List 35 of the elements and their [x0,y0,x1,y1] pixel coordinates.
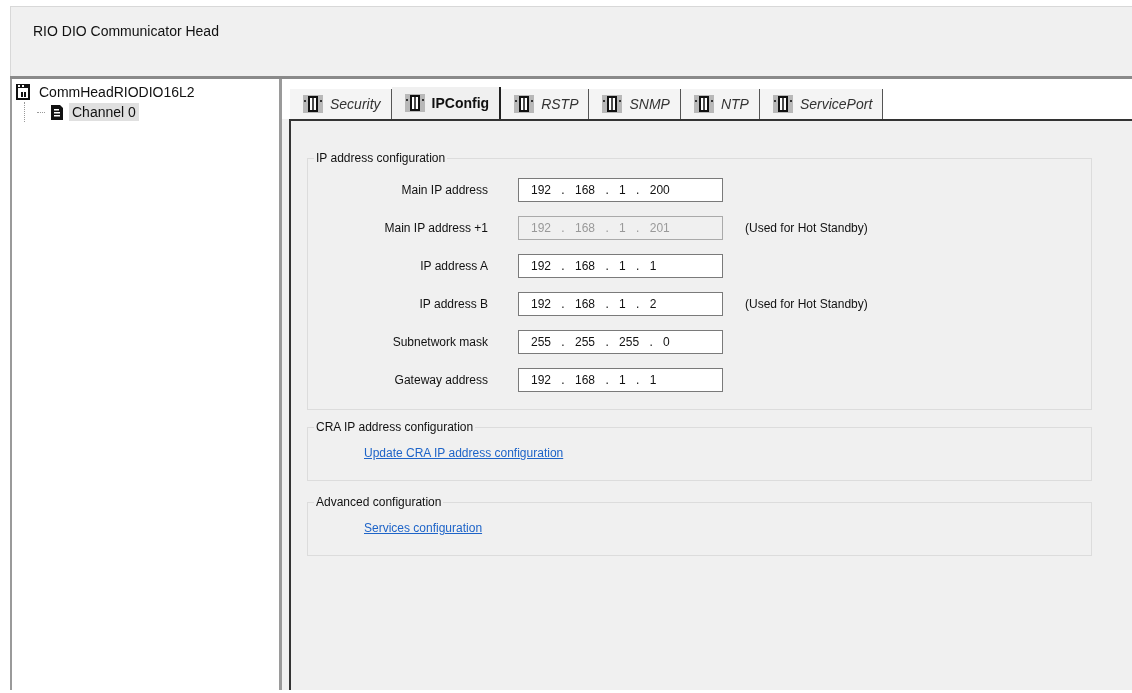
window-title: RIO DIO Communicator Head [33,23,219,39]
module-icon [302,94,324,114]
field-label: Main IP address +1 [383,221,489,235]
ip-address-field[interactable]: 192 . 168 . 1 . 1 [518,254,723,278]
module-icon [513,94,536,114]
module-icon [403,93,426,113]
field-label: Gateway address [393,373,489,387]
group-title: Advanced configuration [315,495,443,509]
tab[interactable]: SNMP [589,89,681,119]
module-icon [692,94,715,114]
module-icon [771,94,794,114]
field-label: IP address A [419,259,489,273]
tree-item[interactable]: CommHeadRIODIO16L2 [36,83,198,101]
ip-address-field[interactable]: 192 . 168 . 1 . 2 [518,292,723,316]
tab[interactable]: NTP [680,89,760,119]
note-text: (Used for Hot Standby) [744,221,869,235]
tab[interactable]: Security [290,89,392,119]
link[interactable]: Update CRA IP address configuration [364,446,564,460]
ip-address-field[interactable]: 192 . 168 . 1 . 1 [518,368,723,392]
tree-item[interactable]: Channel 0 [69,103,139,121]
module-icon [16,84,30,100]
tab[interactable]: IPConfig [391,87,502,119]
tab[interactable]: RSTP [501,89,590,119]
field-label: Subnetwork mask [391,335,489,349]
ip-address-field[interactable]: 255 . 255 . 255 . 0 [518,330,723,354]
field-label: IP address B [418,297,489,311]
link[interactable]: Services configuration [364,521,483,535]
field-label: Main IP address [400,183,489,197]
tab[interactable]: ServicePort [759,89,884,119]
ip-address-field[interactable]: 192 . 168 . 1 . 200 [518,178,723,202]
group-title: IP address configuration [315,151,447,165]
document-icon [51,104,63,120]
group-title: CRA IP address configuration [315,420,475,434]
note-text: (Used for Hot Standby) [744,297,869,311]
module-icon [601,94,624,114]
